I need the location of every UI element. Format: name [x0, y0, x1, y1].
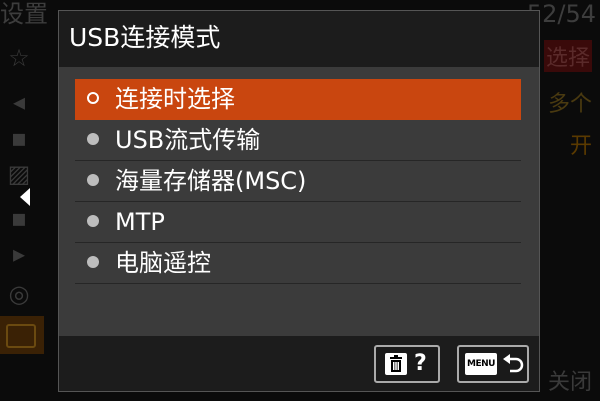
dialog-title: USB连接模式: [69, 23, 221, 52]
option-label: 海量存储器(MSC): [115, 167, 307, 195]
option-list: 连接时选择 USB流式传输 海量存储器(MSC) MTP 电脑遥控: [75, 79, 521, 284]
menu-back-button[interactable]: MENU: [457, 345, 529, 383]
background-value-multi: 多个: [547, 92, 592, 117]
option-label: 电脑遥控: [115, 249, 211, 277]
left-arrow-icon[interactable]: [20, 188, 30, 206]
return-arrow-icon: [503, 354, 524, 373]
radio-icon: [87, 174, 99, 186]
option-usb-streaming[interactable]: USB流式传输: [75, 120, 521, 161]
option-mtp[interactable]: MTP: [75, 202, 521, 243]
option-label: USB流式传输: [115, 126, 261, 154]
radio-icon: [87, 215, 99, 227]
menu-key-icon: MENU: [465, 353, 497, 375]
playback-icon: ◂: [12, 88, 26, 116]
background-value-select: 选择: [543, 40, 592, 72]
option-pc-remote[interactable]: 电脑遥控: [75, 243, 521, 284]
play-icon: ▸: [12, 240, 26, 268]
dialog-footer: ? MENU: [59, 336, 539, 391]
radio-icon: [87, 256, 99, 268]
background-value-on: 开: [569, 134, 592, 159]
option-mass-storage[interactable]: 海量存储器(MSC): [75, 161, 521, 202]
trash-icon: [385, 353, 407, 375]
background-value-off: 关闭: [547, 370, 592, 395]
background-title: 设置: [0, 0, 48, 28]
toolbox-icon: [6, 324, 36, 348]
exposure-icon: ▨: [7, 160, 31, 188]
dialog-title-bar: USB连接模式: [59, 11, 539, 67]
option-select-on-connection[interactable]: 连接时选择: [75, 79, 521, 120]
focus-icon: ▪: [10, 204, 28, 232]
usb-connection-mode-dialog: USB连接模式 连接时选择 USB流式传输 海量存储器(MSC) MTP 电脑遥…: [58, 10, 540, 392]
camera-icon: ▪: [10, 124, 28, 152]
help-button[interactable]: ?: [374, 345, 440, 383]
star-icon: ☆: [8, 44, 30, 72]
radio-icon: [87, 133, 99, 145]
option-label: 连接时选择: [115, 85, 235, 113]
radio-selected-icon: [87, 92, 99, 104]
help-label: ?: [414, 351, 427, 376]
settings-toolbox-tab[interactable]: [0, 316, 44, 354]
network-icon: ◎: [8, 280, 30, 308]
option-label: MTP: [115, 208, 165, 236]
